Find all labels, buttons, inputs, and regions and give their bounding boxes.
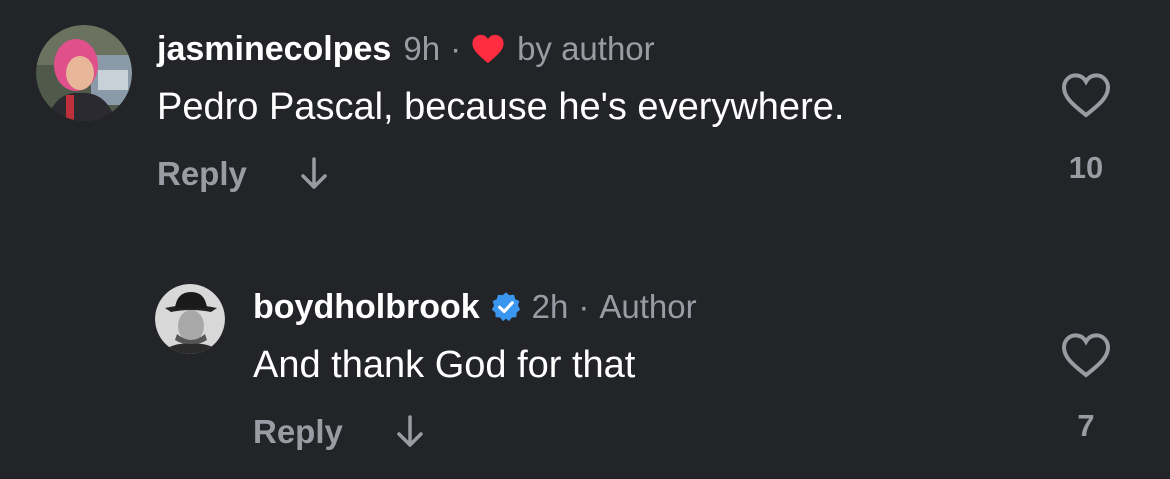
timestamp: 2h bbox=[531, 288, 569, 325]
reply-button[interactable]: Reply bbox=[253, 413, 343, 451]
comment: jasminecolpes 9h · by author Pedro Pasca… bbox=[0, 0, 1170, 240]
timestamp: 9h bbox=[403, 30, 441, 67]
avatar-image bbox=[36, 25, 132, 121]
avatar[interactable] bbox=[155, 284, 225, 354]
arrow-down-icon[interactable] bbox=[299, 156, 329, 192]
comment-header: boydholbrook 2h · Author bbox=[253, 287, 697, 327]
like-count: 7 bbox=[1077, 408, 1095, 443]
heart-filled-icon bbox=[471, 33, 505, 65]
avatar-image bbox=[155, 284, 225, 354]
liked-by-author-label: by author bbox=[517, 30, 655, 67]
comment-header: jasminecolpes 9h · by author bbox=[157, 29, 655, 69]
comment-text: Pedro Pascal, because he's everywhere. bbox=[157, 86, 845, 128]
username[interactable]: jasminecolpes bbox=[157, 29, 391, 69]
username[interactable]: boydholbrook bbox=[253, 287, 480, 327]
reply-button[interactable]: Reply bbox=[157, 155, 247, 193]
like-count: 10 bbox=[1068, 150, 1104, 185]
comment-text: And thank God for that bbox=[253, 344, 636, 386]
heart-outline-icon[interactable] bbox=[1060, 331, 1112, 379]
separator: · bbox=[578, 288, 590, 325]
comment-actions: Reply bbox=[253, 413, 425, 451]
arrow-down-icon[interactable] bbox=[395, 414, 425, 450]
verified-badge-icon bbox=[490, 291, 522, 323]
author-badge: Author bbox=[599, 288, 697, 325]
avatar[interactable] bbox=[36, 25, 132, 121]
comment-reply: boydholbrook 2h · Author And thank God f… bbox=[0, 258, 1170, 479]
separator: · bbox=[450, 30, 462, 67]
heart-outline-icon[interactable] bbox=[1060, 71, 1112, 119]
comment-actions: Reply bbox=[157, 155, 329, 193]
